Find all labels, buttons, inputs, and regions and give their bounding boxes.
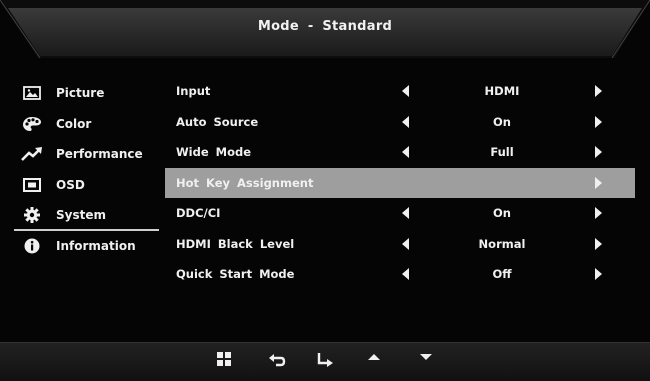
setting-label: DDC/CI (176, 206, 221, 221)
trend-icon (20, 146, 44, 162)
setting-label: Input (176, 84, 211, 99)
arrow-right-icon[interactable] (595, 85, 602, 98)
sidebar: Picture Color Performance OSD System Inf… (14, 78, 159, 261)
sidebar-item-label: Picture (56, 86, 105, 101)
setting-label: Auto Source (176, 114, 259, 129)
arrow-left-icon[interactable] (402, 115, 409, 128)
arrow-right-icon[interactable] (595, 268, 602, 281)
setting-value: On (493, 114, 511, 129)
sidebar-item-label: Information (56, 238, 136, 253)
setting-row-quick-start-mode[interactable]: Quick Start Mode Off (165, 259, 635, 290)
gear-icon (20, 207, 44, 224)
setting-row-ddc-ci[interactable]: DDC/CI On (165, 198, 635, 229)
arrow-right-icon[interactable] (595, 207, 602, 220)
back-button[interactable] (268, 352, 296, 374)
sidebar-item-system[interactable]: System (14, 200, 159, 231)
arrow-left-icon[interactable] (402, 237, 409, 250)
down-button[interactable] (419, 352, 447, 374)
setting-value: Full (490, 145, 514, 160)
setting-value: HDMI (484, 84, 520, 99)
setting-label: Wide Mode (176, 145, 252, 160)
info-icon (20, 238, 44, 254)
setting-label: HDMI Black Level (176, 236, 295, 251)
arrow-right-icon[interactable] (595, 115, 602, 128)
setting-row-hot-key-assignment[interactable]: Hot Key Assignment (165, 167, 635, 198)
page-title: Mode - Standard (257, 19, 393, 34)
setting-row-wide-mode[interactable]: Wide Mode Full (165, 137, 635, 168)
picture-icon (20, 86, 44, 101)
sidebar-item-color[interactable]: Color (14, 109, 159, 140)
setting-label: Hot Key Assignment (176, 175, 314, 190)
sidebar-item-label: Performance (56, 147, 143, 162)
settings-list: Input HDMI Auto Source On Wide Mode Full… (165, 76, 635, 290)
arrow-left-icon[interactable] (402, 268, 409, 281)
sidebar-item-information[interactable]: Information (14, 231, 159, 262)
setting-value: Off (492, 267, 512, 282)
footer-bar (0, 342, 650, 381)
setting-row-hdmi-black-level[interactable]: HDMI Black Level Normal (165, 229, 635, 260)
enter-button[interactable] (316, 352, 344, 374)
setting-value: On (493, 206, 511, 221)
sidebar-item-picture[interactable]: Picture (14, 78, 159, 109)
setting-value: Normal (478, 236, 526, 251)
arrow-left-icon[interactable] (402, 207, 409, 220)
arrow-right-icon[interactable] (595, 176, 602, 189)
setting-row-auto-source[interactable]: Auto Source On (165, 107, 635, 138)
arrow-left-icon[interactable] (402, 146, 409, 159)
sidebar-item-osd[interactable]: OSD (14, 170, 159, 201)
setting-label: Quick Start Mode (176, 267, 295, 282)
palette-icon (20, 116, 44, 132)
osd-menu: Mode - Standard Picture Color Performanc… (0, 0, 650, 381)
arrow-right-icon[interactable] (595, 146, 602, 159)
sidebar-item-performance[interactable]: Performance (14, 139, 159, 170)
sidebar-item-label: System (56, 208, 106, 223)
setting-row-input[interactable]: Input HDMI (165, 76, 635, 107)
header-bar: Mode - Standard (0, 0, 650, 62)
arrow-left-icon[interactable] (402, 85, 409, 98)
sidebar-item-label: Color (56, 116, 92, 131)
menu-button[interactable] (217, 352, 245, 374)
sidebar-item-label: OSD (56, 177, 85, 192)
arrow-right-icon[interactable] (595, 237, 602, 250)
osd-icon (20, 177, 44, 192)
up-button[interactable] (367, 352, 395, 374)
